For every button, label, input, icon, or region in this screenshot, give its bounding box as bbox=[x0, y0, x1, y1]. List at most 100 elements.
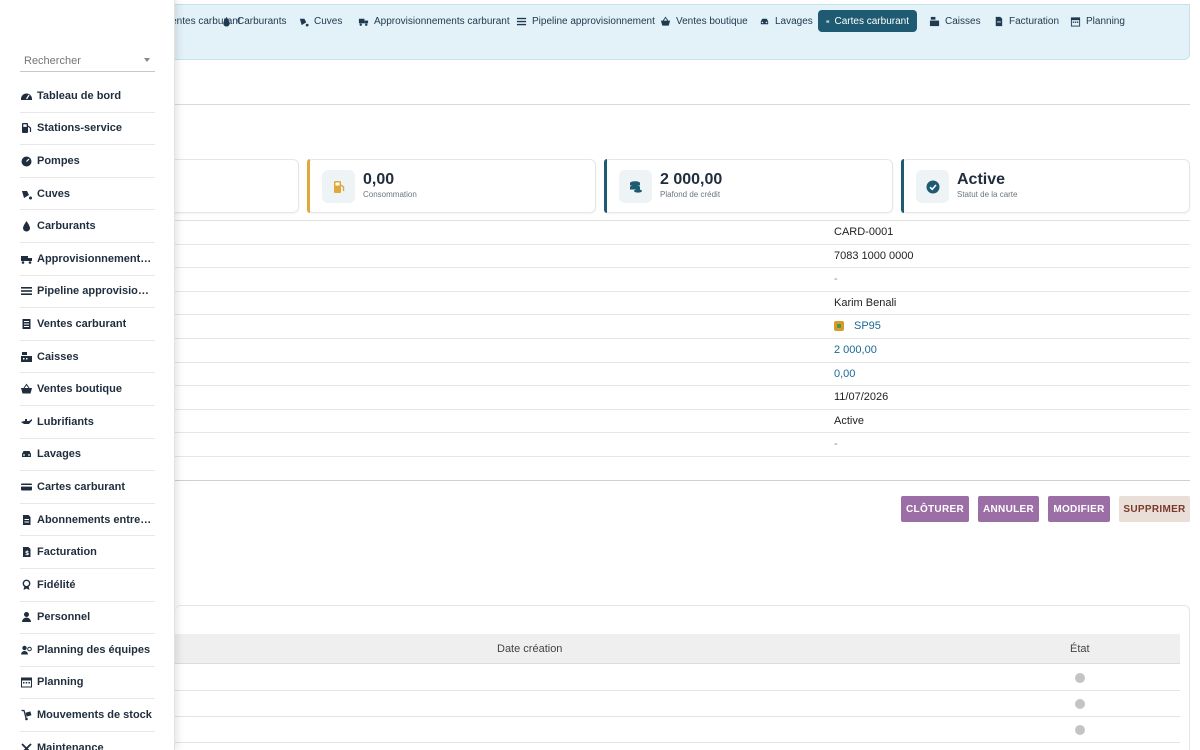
sidebar-item-cartes-carburant[interactable]: Cartes carburant bbox=[20, 471, 155, 504]
sidebar-item-facturation[interactable]: $ Facturation bbox=[20, 536, 155, 569]
sidebar-item-label: Pompes bbox=[37, 154, 80, 167]
sidebar-item-tableau-de-bord[interactable]: Tableau de bord bbox=[20, 80, 155, 113]
sidebar-item-label: Abonnements entreprise bbox=[37, 513, 155, 526]
dashboard-icon bbox=[21, 93, 32, 100]
column-header-date[interactable]: Date création bbox=[497, 643, 562, 655]
card-details-table: CARD-0001 7083 1000 0000 - Karim Benali … bbox=[175, 220, 1190, 481]
sidebar-item-mouvements-stock[interactable]: Mouvements de stock bbox=[20, 699, 155, 732]
stat-card-plafond: 2 000,00 Plafond de crédit bbox=[604, 159, 893, 213]
sidebar-item-label: Mouvements de stock bbox=[37, 709, 152, 722]
topmenu-item-carburants[interactable]: Carburants bbox=[213, 10, 294, 32]
cancel-button[interactable]: ANNULER bbox=[978, 496, 1039, 522]
sidebar-item-label: Stations-service bbox=[37, 122, 122, 135]
sidebar-item-pipeline[interactable]: Pipeline approvisionnement bbox=[20, 276, 155, 309]
delete-button[interactable]: SUPPRIMER bbox=[1119, 496, 1190, 522]
sidebar-item-personnel[interactable]: Personnel bbox=[20, 602, 155, 635]
gas-station-icon bbox=[22, 123, 32, 134]
sidebar-item-label: Planning des équipes bbox=[37, 643, 151, 656]
sidebar-item-label: Fidélité bbox=[37, 578, 76, 591]
detail-row: - bbox=[175, 268, 1190, 292]
detail-row-empty bbox=[175, 457, 1190, 481]
topmenu-item-ventes-boutique[interactable]: Ventes boutique bbox=[652, 10, 756, 32]
sidebar-item-label: Carburants bbox=[37, 220, 96, 233]
basket-icon bbox=[21, 383, 32, 394]
fuel-pump-icon bbox=[322, 170, 355, 203]
state-dot-icon bbox=[1075, 725, 1085, 735]
table-row[interactable] bbox=[175, 665, 1180, 691]
card-accent bbox=[901, 159, 904, 213]
topmenu-item-planning[interactable]: Planning bbox=[1062, 10, 1133, 32]
edit-button[interactable]: MODIFIER bbox=[1048, 496, 1110, 522]
oil-can-icon bbox=[21, 418, 32, 424]
list-icon bbox=[21, 287, 32, 296]
sidebar-item-label: Facturation bbox=[37, 546, 97, 559]
sidebar-item-lavages[interactable]: Lavages bbox=[20, 439, 155, 472]
detail-value[interactable]: 0,00 bbox=[834, 368, 855, 380]
sidebar-item-label: Cartes carburant bbox=[37, 480, 126, 493]
topmenu-label: Lavages bbox=[775, 15, 813, 27]
users-icon bbox=[21, 645, 32, 655]
topmenu-label: Approvisionnements carburant bbox=[374, 15, 510, 27]
topmenu-label: Pipeline approvisionnement bbox=[532, 15, 655, 27]
close-card-button[interactable]: CLÔTURER bbox=[901, 496, 969, 522]
detail-value-fuel: SP95 bbox=[834, 320, 881, 332]
topmenu-label: Cuves bbox=[314, 15, 343, 27]
sidebar-item-lubrifiants[interactable]: Lubrifiants bbox=[20, 406, 155, 439]
table-row[interactable] bbox=[175, 717, 1180, 743]
stat-label: Statut de la carte bbox=[957, 190, 1018, 199]
sidebar-item-label: Approvisionnements carburant bbox=[37, 252, 155, 265]
topmenu-item-cartes-carburant[interactable]: Cartes carburant bbox=[818, 10, 917, 32]
topmenu-item-lavages[interactable]: Lavages bbox=[751, 10, 821, 32]
fuel-link[interactable]: SP95 bbox=[854, 320, 881, 332]
sidebar-item-cuves[interactable]: Cuves bbox=[20, 178, 155, 211]
stat-card-consommation: 0,00 Consommation bbox=[307, 159, 596, 213]
sidebar-item-planning[interactable]: Planning bbox=[20, 667, 155, 700]
topmenu-item-facturation[interactable]: Facturation bbox=[985, 10, 1067, 32]
sidebar-item-fidelite[interactable]: Fidélité bbox=[20, 569, 155, 602]
sidebar: Tableau de bord Stations-service Pompes … bbox=[0, 0, 175, 750]
sidebar-item-carburants[interactable]: Carburants bbox=[20, 210, 155, 243]
table-header: Date création État bbox=[175, 634, 1180, 664]
coins-icon bbox=[619, 170, 652, 203]
sidebar-item-label: Planning bbox=[37, 676, 84, 689]
sidebar-item-maintenance[interactable]: Maintenance bbox=[20, 732, 155, 750]
topmenu-label: Cartes carburant bbox=[834, 15, 909, 27]
header-divider bbox=[175, 104, 1190, 105]
sidebar-item-label: Maintenance bbox=[37, 741, 104, 750]
cash-register-icon bbox=[21, 351, 32, 362]
sidebar-search[interactable] bbox=[20, 52, 155, 72]
topmenu-label: Facturation bbox=[1009, 15, 1060, 27]
sidebar-item-caisses[interactable]: Caisses bbox=[20, 341, 155, 374]
sidebar-item-label: Lubrifiants bbox=[37, 415, 94, 428]
topmenu-item-approvisionnements[interactable]: Approvisionnements carburant bbox=[350, 10, 518, 32]
car-icon bbox=[760, 18, 769, 24]
detail-value: CARD-0001 bbox=[834, 226, 894, 238]
search-input[interactable] bbox=[20, 52, 135, 67]
table-row[interactable] bbox=[175, 691, 1180, 717]
detail-value[interactable]: 2 000,00 bbox=[834, 344, 877, 356]
sidebar-item-abonnements[interactable]: Abonnements entreprise bbox=[20, 504, 155, 537]
sidebar-item-label: Personnel bbox=[37, 611, 91, 624]
sidebar-item-stations-service[interactable]: Stations-service bbox=[20, 113, 155, 146]
sidebar-item-ventes-boutique[interactable]: Ventes boutique bbox=[20, 373, 155, 406]
droplet-icon bbox=[223, 16, 230, 27]
detail-row: SP95 bbox=[175, 315, 1190, 339]
list-icon bbox=[516, 17, 527, 25]
topmenu-item-caisses[interactable]: Caisses bbox=[921, 10, 989, 32]
sidebar-item-pompes[interactable]: Pompes bbox=[20, 145, 155, 178]
column-header-state[interactable]: État bbox=[1070, 643, 1090, 655]
tank-icon bbox=[22, 190, 32, 200]
sidebar-item-planning-equipes[interactable]: Planning des équipes bbox=[20, 634, 155, 667]
fuel-badge-icon bbox=[834, 321, 844, 332]
transactions-table: Date création État bbox=[175, 605, 1190, 750]
cash-register-icon bbox=[929, 16, 940, 26]
topmenu-item-cuves[interactable]: Cuves bbox=[290, 10, 350, 32]
detail-value: - bbox=[834, 273, 838, 286]
sidebar-item-label: Caisses bbox=[37, 350, 79, 363]
topmenu-label: Carburants bbox=[237, 15, 287, 27]
calendar-icon bbox=[1070, 16, 1081, 27]
sidebar-item-label: Ventes boutique bbox=[37, 383, 122, 396]
sidebar-item-approvisionnements[interactable]: Approvisionnements carburant bbox=[20, 243, 155, 276]
sidebar-item-ventes-carburant[interactable]: Ventes carburant bbox=[20, 308, 155, 341]
topmenu-item-pipeline[interactable]: Pipeline approvisionnement bbox=[508, 10, 663, 32]
